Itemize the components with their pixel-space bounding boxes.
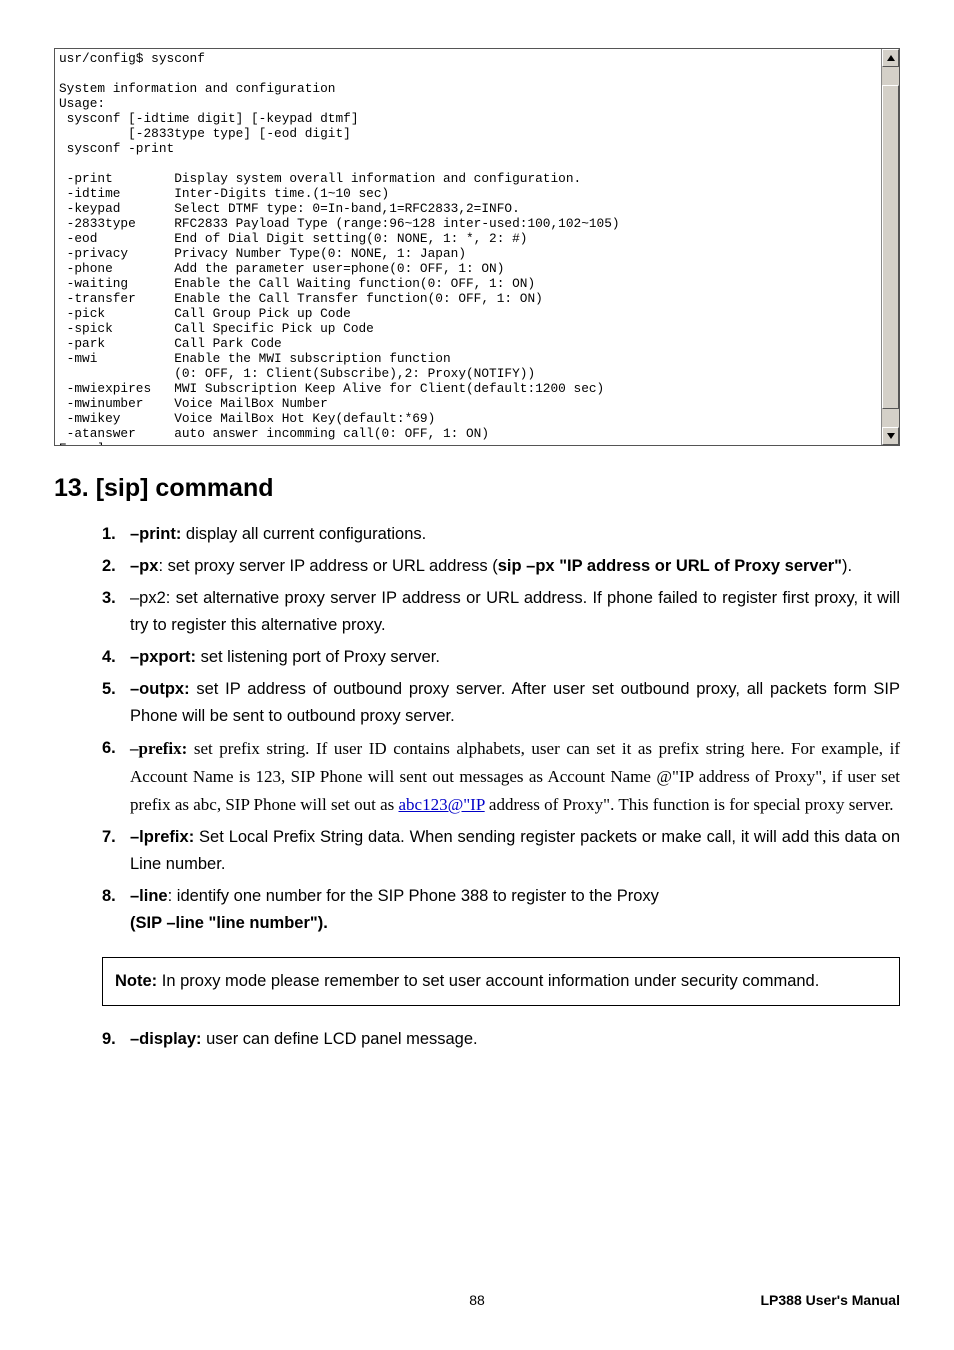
item-number: 1. [102,521,116,548]
list-item: 8. –line: identify one number for the SI… [102,883,900,937]
arrow-up-icon [887,55,895,61]
option-name: –print: [130,525,181,543]
list-item: 7. –lprefix: Set Local Prefix String dat… [102,824,900,878]
option-text-serif: –prefix: set prefix string. If user ID c… [130,739,900,814]
option-desc: user can define LCD panel message. [202,1030,478,1048]
page-number: 88 [469,1292,485,1308]
scroll-down-button[interactable] [882,427,899,445]
item-number: 9. [102,1026,116,1053]
option-name: –outpx: [130,680,190,698]
scroll-up-button[interactable] [882,49,899,67]
arrow-down-icon [887,433,895,439]
option-text: –px2: set alternative proxy server IP ad… [130,589,900,634]
command-list: 1. –print: display all current configura… [54,521,900,937]
list-item: 2. –px: set proxy server IP address or U… [102,553,900,580]
note-box: Note: In proxy mode please remember to s… [102,957,900,1006]
item-number: 8. [102,883,116,910]
option-name: –prefix: [130,739,187,758]
option-example: (SIP –line "line number"). [130,914,328,932]
option-desc-tail: ). [842,557,852,575]
list-item: 5. –outpx: set IP address of outbound pr… [102,676,900,730]
option-name: –line [130,887,168,905]
option-desc: : identify one number for the SIP Phone … [168,887,659,905]
terminal-scrollbar[interactable] [881,49,899,445]
page-footer: 88 LP388 User's Manual [54,1292,900,1308]
terminal-window: usr/config$ sysconf System information a… [54,48,900,446]
option-desc: set IP address of outbound proxy server.… [130,680,900,725]
example-link[interactable]: abc123@"IP [399,795,485,814]
list-item: 6. –prefix: set prefix string. If user I… [102,735,900,819]
list-item: 1. –print: display all current configura… [102,521,900,548]
list-item: 3. –px2: set alternative proxy server IP… [102,585,900,639]
list-item: 9. –display: user can define LCD panel m… [102,1026,900,1053]
option-desc: Set Local Prefix String data. When sendi… [130,828,900,873]
item-number: 4. [102,644,116,671]
command-list-cont: 9. –display: user can define LCD panel m… [54,1026,900,1053]
note-text: In proxy mode please remember to set use… [157,972,819,990]
section-heading: 13. [sip] command [54,474,900,503]
terminal-output: usr/config$ sysconf System information a… [55,49,881,445]
option-desc: set listening port of Proxy server. [196,648,440,666]
scrollbar-track[interactable] [882,67,899,427]
note-label: Note: [115,972,157,990]
option-name: –px [130,557,158,575]
option-desc: : set proxy server IP address or URL add… [158,557,497,575]
list-item: 4. –pxport: set listening port of Proxy … [102,644,900,671]
scrollbar-thumb[interactable] [882,85,899,409]
option-name: –lprefix: [130,828,194,846]
option-desc-tail: address of Proxy". This function is for … [485,795,894,814]
option-name: –pxport: [130,648,196,666]
option-name: –display: [130,1030,202,1048]
manual-title: LP388 User's Manual [760,1292,900,1308]
item-number: 7. [102,824,116,851]
option-desc: display all current configurations. [181,525,426,543]
item-number: 2. [102,553,116,580]
option-example: sip –px "IP address or URL of Proxy serv… [498,557,842,575]
item-number: 5. [102,676,116,703]
item-number: 6. [102,735,116,762]
item-number: 3. [102,585,116,612]
